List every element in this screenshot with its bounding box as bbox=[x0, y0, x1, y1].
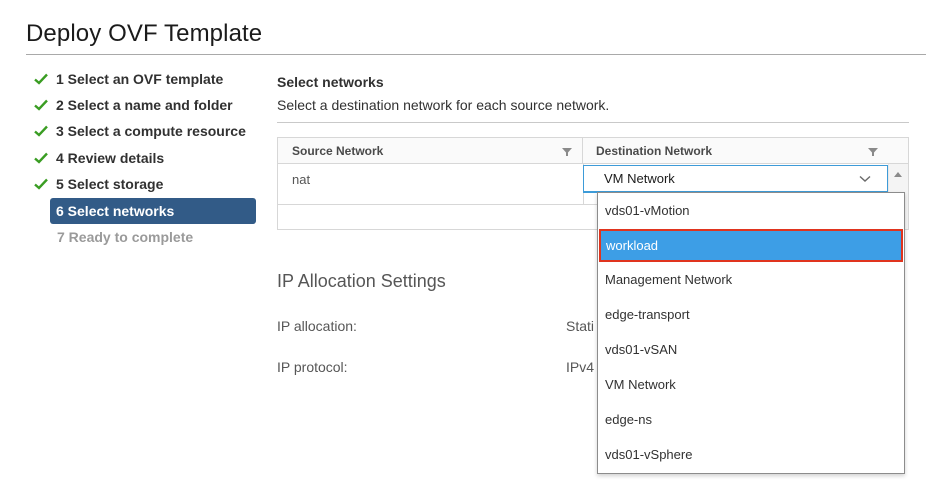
scroll-up-arrow-icon[interactable] bbox=[894, 172, 902, 177]
step-select-name-folder[interactable]: 2 Select a name and folder bbox=[33, 92, 257, 118]
section-title: Select networks bbox=[277, 74, 384, 90]
check-icon bbox=[34, 152, 48, 164]
ip-allocation-value: Stati bbox=[566, 318, 595, 334]
step-label: 6 Select networks bbox=[56, 203, 175, 219]
column-header-label: Destination Network bbox=[596, 144, 713, 158]
column-header-source[interactable]: Source Network bbox=[278, 138, 583, 164]
dropdown-option-edge-ns[interactable]: edge-ns bbox=[598, 402, 904, 437]
dropdown-option-edge-transport[interactable]: edge-transport bbox=[598, 297, 904, 332]
ip-allocation-title: IP Allocation Settings bbox=[277, 271, 446, 291]
filter-icon[interactable] bbox=[868, 147, 878, 157]
check-icon bbox=[34, 125, 48, 137]
dropdown-option-workload[interactable]: workload bbox=[599, 229, 903, 262]
filter-icon[interactable] bbox=[562, 147, 572, 157]
step-select-networks[interactable]: 6 Select networks bbox=[50, 198, 256, 224]
dropdown-option-vds01-vsphere[interactable]: vds01-vSphere bbox=[598, 437, 904, 472]
step-select-ovf-template[interactable]: 1 Select an OVF template bbox=[33, 66, 257, 92]
check-icon bbox=[34, 73, 48, 85]
check-icon bbox=[34, 99, 48, 111]
step-label: 1 Select an OVF template bbox=[56, 71, 224, 87]
destination-network-dropdown: vds01-vMotion workload Management Networ… bbox=[597, 192, 905, 474]
page-title: Deploy OVF Template bbox=[26, 20, 263, 47]
ip-protocol-value: IPv4 bbox=[566, 359, 595, 375]
step-ready-to-complete: 7 Ready to complete bbox=[57, 224, 281, 250]
column-header-destination[interactable]: Destination Network bbox=[583, 138, 886, 164]
dropdown-option-vds01-vmotion[interactable]: vds01-vMotion bbox=[598, 193, 904, 228]
step-select-storage[interactable]: 5 Select storage bbox=[33, 171, 257, 197]
chevron-down-icon bbox=[859, 175, 871, 182]
column-header-label: Source Network bbox=[292, 144, 384, 158]
source-network-cell: nat bbox=[292, 172, 311, 187]
check-icon bbox=[34, 178, 48, 190]
destination-network-value: VM Network bbox=[604, 171, 675, 186]
dropdown-option-management-network[interactable]: Management Network bbox=[598, 262, 904, 297]
step-label: 5 Select storage bbox=[56, 176, 164, 192]
step-label: 4 Review details bbox=[56, 150, 165, 166]
step-review-details[interactable]: 4 Review details bbox=[33, 145, 257, 171]
dropdown-option-vm-network[interactable]: VM Network bbox=[598, 367, 904, 402]
step-select-compute-resource[interactable]: 3 Select a compute resource bbox=[33, 118, 257, 144]
ip-allocation-label: IP allocation: bbox=[277, 318, 357, 334]
section-description: Select a destination network for each so… bbox=[277, 97, 610, 113]
destination-network-select[interactable]: VM Network bbox=[583, 165, 888, 193]
step-label: 3 Select a compute resource bbox=[56, 123, 246, 139]
dropdown-option-vds01-vsan[interactable]: vds01-vSAN bbox=[598, 332, 904, 367]
section-divider bbox=[277, 122, 909, 123]
step-label: 2 Select a name and folder bbox=[56, 97, 233, 113]
table-header: Source Network Destination Network bbox=[278, 138, 908, 164]
step-label: 7 Ready to complete bbox=[57, 229, 194, 245]
ip-protocol-label: IP protocol: bbox=[277, 359, 348, 375]
title-divider bbox=[26, 54, 926, 55]
